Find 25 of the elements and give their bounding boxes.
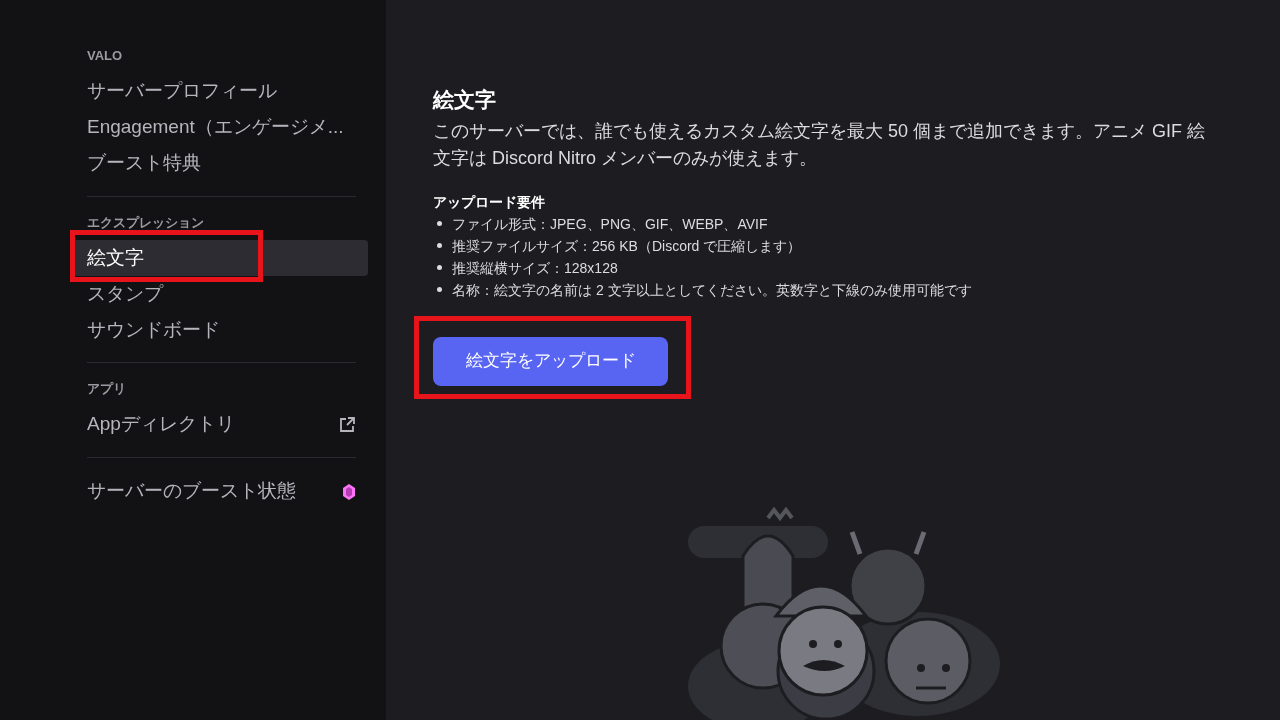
requirement-text: 推奨縦横サイズ：128x128 [452, 258, 618, 278]
bullet-icon [437, 243, 442, 248]
requirements-heading: アップロード要件 [433, 192, 546, 212]
bullet-icon [437, 265, 442, 270]
section-header: VALO [86, 47, 124, 65]
bullet-icon [437, 287, 442, 292]
description: このサーバーでは、誰でも使えるカスタム絵文字を最大 50 個まで追加できます。アニメ GIF 絵文字は Discord Nitro メンバーのみが使えます。 [433, 119, 1207, 170]
sidebar-item[interactable]: スタンプ [72, 276, 368, 312]
section-header: アプリ [86, 380, 127, 398]
sidebar-item[interactable]: 絵文字 [72, 240, 368, 276]
external-link-icon [338, 415, 356, 434]
sidebar-item[interactable]: サウンドボード [72, 312, 368, 348]
sidebar-item[interactable]: Appディレクトリ [72, 406, 368, 443]
section-header: エクスプレッション [86, 213, 205, 232]
gem-icon [342, 482, 356, 501]
requirement-text: 推奨ファイルサイズ：256 KB（Discord で圧縮します） [452, 236, 802, 256]
bullet-icon [437, 221, 442, 226]
sidebar-item[interactable]: サーバープロフィール [72, 73, 368, 110]
sidebar-item[interactable]: Engagement（エンゲージメ... [72, 109, 368, 146]
sidebar-item[interactable]: ブースト特典 [72, 145, 368, 182]
page-title: 絵文字 [433, 87, 497, 113]
requirement-text: ファイル形式：JPEG、PNG、GIF、WEBP、AVIF [452, 214, 768, 234]
upload-button[interactable]: 絵文字をアップロード [433, 336, 668, 386]
sidebar-item[interactable]: サーバーのブースト状態 [72, 473, 368, 510]
requirement-text: 名称：絵文字の名前は 2 文字以上としてください。英数字と下線のみ使用可能です [452, 280, 972, 300]
